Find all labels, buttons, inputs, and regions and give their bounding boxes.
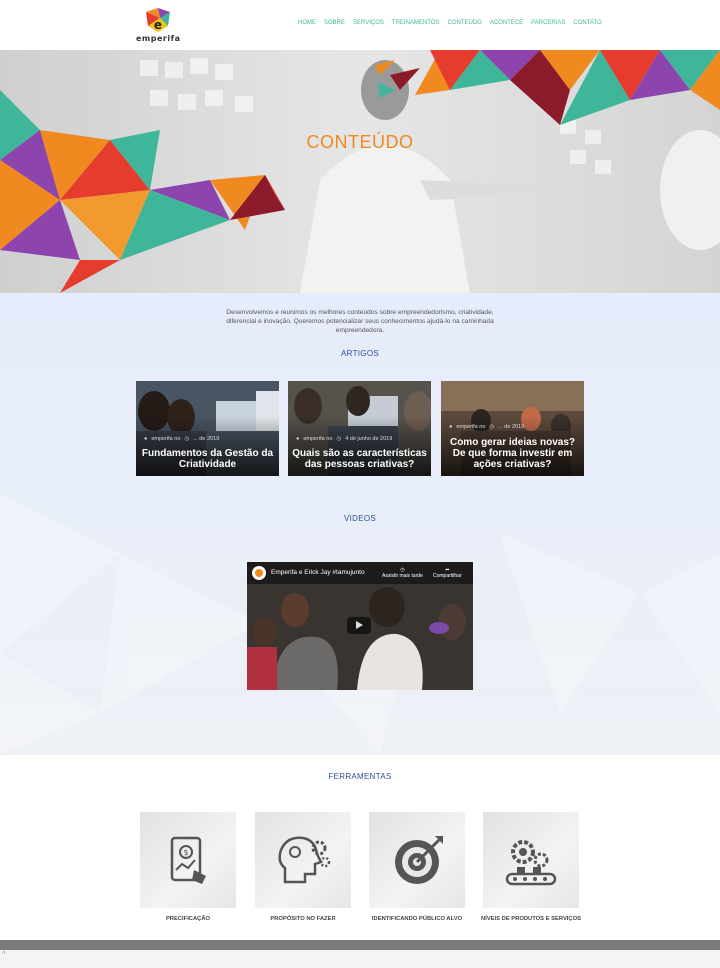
videos-heading: VIDEOS	[343, 514, 377, 523]
head-gears-icon	[278, 836, 331, 884]
footer-bottom	[0, 950, 720, 968]
article-date: 4 de junho de 2019	[345, 436, 393, 442]
page-title: CONTEÚDO	[306, 132, 414, 152]
nav-parcerias[interactable]: PARCERIAS	[531, 20, 565, 26]
nav-home[interactable]: HOME	[298, 20, 316, 26]
hero-banner: CONTEÚDO	[0, 50, 720, 293]
user-icon: ●	[296, 436, 300, 442]
nav-treinamentos[interactable]: TREINAMENTOS	[392, 20, 440, 26]
conveyor-gears-icon	[505, 840, 557, 886]
site-header: e emperifa HOME SOBRE SERVIÇOS TREINAMEN…	[0, 0, 720, 50]
tool-label: NÍVEIS DE PRODUTOS E SERVIÇOS	[481, 916, 581, 922]
svg-text:e: e	[154, 18, 162, 32]
articles-heading: ARTIGOS	[341, 349, 379, 358]
article-meta: ● emperifa no ◷ 4 de junho de 2019	[296, 436, 392, 442]
brand-name: emperifa	[136, 34, 181, 43]
clock-icon: ◷	[336, 436, 342, 442]
tool-label: PROPÓSITO NO FAZER	[270, 916, 336, 922]
watch-later-button[interactable]: ◷ Assistir mais tarde	[382, 567, 423, 579]
content-section: Desenvolvemos e reunimos os melhores con…	[0, 293, 720, 755]
intro-text: Desenvolvemos e reunimos os melhores con…	[226, 309, 494, 334]
tool-label: PRECIFICAÇÃO	[165, 916, 211, 922]
clock-icon: ◷	[184, 436, 190, 442]
footer-bar	[0, 940, 720, 950]
article-meta: ● emperifa no ◷ ... de 2019	[449, 424, 524, 430]
article-title: Fundamentos da Gestão da Criatividade	[141, 448, 274, 470]
article-card[interactable]: ● emperifa no ◷ ... de 2019 Como gerar i…	[441, 381, 584, 476]
nav-contato[interactable]: CONTATO	[573, 20, 601, 26]
target-icon	[395, 836, 443, 884]
user-icon: ●	[449, 424, 453, 430]
channel-avatar-icon[interactable]	[252, 566, 266, 580]
nav-acontece[interactable]: ACONTECE	[490, 20, 523, 26]
article-card[interactable]: ● emperifa no ◷ ... de 2019 Fundamentos …	[136, 381, 279, 476]
tool-card-proposito[interactable]	[255, 812, 351, 908]
article-date: ... de 2019	[193, 436, 220, 442]
scroll-top-icon[interactable]: ^	[2, 951, 5, 958]
article-meta: ● emperifa no ◷ ... de 2019	[144, 436, 219, 442]
watch-later-label: Assistir mais tarde	[382, 573, 423, 579]
share-label: Compartilhar	[433, 573, 462, 579]
hero-background-image	[0, 50, 720, 293]
nav-sobre[interactable]: SOBRE	[324, 20, 345, 26]
tablet-money-icon: $	[170, 836, 206, 884]
tools-section: FERRAMENTAS $ PRECIFICAÇÃO PROPÓSITO NO …	[0, 755, 720, 940]
tool-card-precificacao[interactable]: $	[140, 812, 236, 908]
article-author: emperifa no	[303, 436, 333, 442]
tools-heading: FERRAMENTAS	[328, 772, 392, 781]
nav-servicos[interactable]: SERVIÇOS	[353, 20, 384, 26]
tool-card-niveis-produtos[interactable]	[483, 812, 579, 908]
tool-card-publico-alvo[interactable]	[369, 812, 465, 908]
main-nav: HOME SOBRE SERVIÇOS TREINAMENTOS CONTEÚD…	[298, 20, 602, 26]
play-button[interactable]	[347, 617, 371, 634]
article-author: emperifa no	[151, 436, 181, 442]
article-date: ... de 2019	[498, 424, 525, 430]
article-author: emperifa no	[456, 424, 486, 430]
clock-icon: ◷	[489, 424, 495, 430]
article-title: Quais são as características das pessoas…	[292, 448, 427, 470]
share-button[interactable]: ➦ Compartilhar	[433, 567, 462, 579]
nav-conteudo[interactable]: CONTEÚDO	[447, 20, 481, 26]
user-icon: ●	[144, 436, 148, 442]
svg-text:$: $	[183, 848, 188, 857]
video-embed[interactable]: Emperifa e Erick Jay #tamujunto ◷ Assist…	[247, 562, 473, 690]
article-card[interactable]: ● emperifa no ◷ 4 de junho de 2019 Quais…	[288, 381, 431, 476]
article-title: Como gerar ideias novas? De que forma in…	[449, 437, 576, 470]
video-title: Emperifa e Erick Jay #tamujunto	[271, 569, 365, 576]
tool-label: IDENTIFICANDO PÚBLICO ALVO	[371, 916, 463, 922]
